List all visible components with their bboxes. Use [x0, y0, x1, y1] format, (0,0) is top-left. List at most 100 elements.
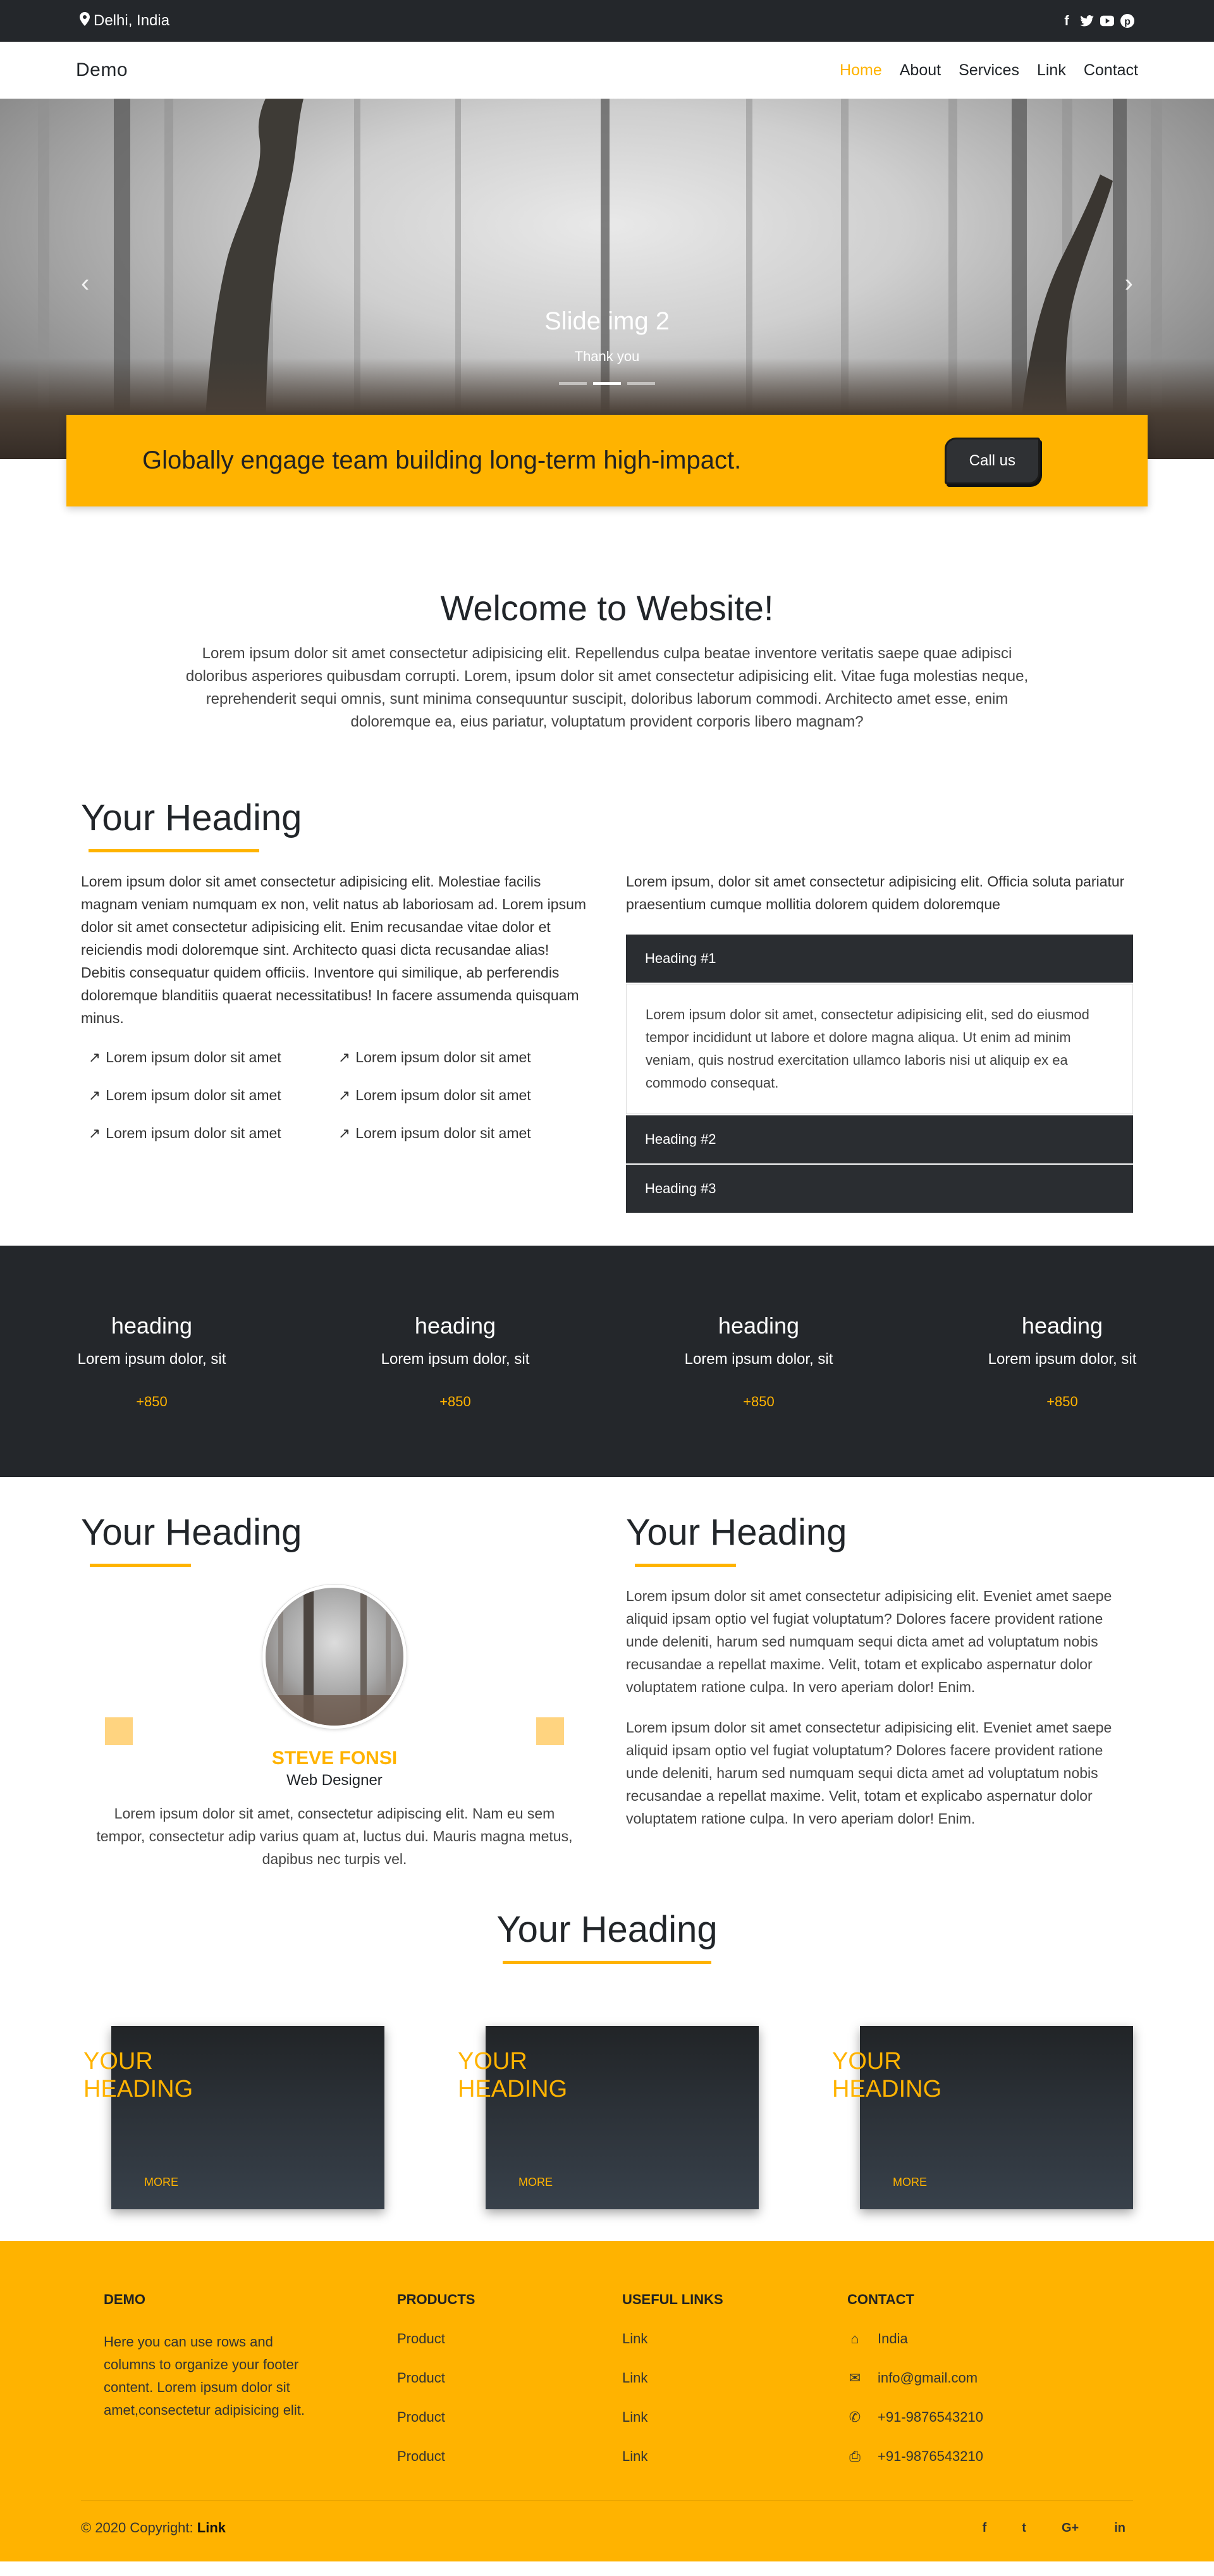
- cards-section: Your Heading YOUR HEADING MORE YOUR HEADIN…: [0, 1883, 1214, 2241]
- card-title: YOUR HEADING: [83, 2048, 193, 2102]
- features-right: Lorem ipsum, dolor sit amet consectetur …: [626, 870, 1133, 1214]
- feature-card[interactable]: YOUR HEADING MORE: [832, 2026, 1133, 2209]
- testimonial-column: Your Heading STEVE FONSI Web Designer Lo…: [81, 1511, 588, 1870]
- footer-heading: CONTACT: [847, 2291, 914, 2307]
- about-paragraph: Lorem ipsum dolor sit amet consectetur a…: [626, 1588, 1112, 1695]
- svg-text:p: p: [1124, 16, 1131, 27]
- testimonial-text: Lorem ipsum dolor sit amet, consectetur …: [96, 1805, 573, 1867]
- footer-product-link[interactable]: Product: [397, 2331, 622, 2347]
- footer-about: DEMO Here you can use rows and columns t…: [81, 2291, 397, 2487]
- footer-useful-link[interactable]: Link: [622, 2448, 847, 2465]
- envelope-icon: ✉: [849, 2370, 861, 2386]
- facebook-icon[interactable]: f: [1060, 13, 1074, 28]
- stat-heading: heading: [111, 1313, 193, 1339]
- twitter-icon[interactable]: t: [1022, 2521, 1026, 2536]
- nav-item-home[interactable]: Home: [840, 61, 882, 80]
- footer-useful-link[interactable]: Link: [622, 2331, 847, 2347]
- twitter-icon[interactable]: [1080, 13, 1094, 28]
- accordion-body-1: Lorem ipsum dolor sit amet, consectetur …: [626, 984, 1133, 1114]
- carousel-indicator[interactable]: [627, 382, 655, 385]
- location-text: Delhi, India: [94, 12, 170, 29]
- linkedin-icon[interactable]: in: [1114, 2521, 1125, 2536]
- nav-item-contact[interactable]: Contact: [1084, 61, 1138, 80]
- footer-bottom: © 2020 Copyright: Link f t G+ in: [81, 2500, 1133, 2536]
- phone-icon: ✆: [849, 2409, 861, 2425]
- welcome-section: Welcome to Website! Lorem ipsum dolor si…: [0, 506, 1214, 771]
- list-item: ↗ Lorem ipsum dolor sit amet: [89, 1084, 338, 1107]
- nav-item-link[interactable]: Link: [1037, 61, 1066, 80]
- pinterest-icon[interactable]: p: [1120, 13, 1134, 28]
- about-text-column: Your Heading Lorem ipsum dolor sit amet …: [626, 1511, 1133, 1870]
- card-title: YOUR HEADING: [832, 2048, 942, 2102]
- footer-product-link[interactable]: Product: [397, 2448, 622, 2465]
- carousel-next-icon[interactable]: ›: [1125, 269, 1133, 298]
- carousel-prev-icon[interactable]: ‹: [81, 269, 89, 298]
- slide-title: Slide img 2: [544, 307, 670, 335]
- nav-item-about[interactable]: About: [900, 61, 941, 80]
- features-left: Lorem ipsum dolor sit amet consectetur a…: [81, 870, 588, 1214]
- footer-product-link[interactable]: Product: [397, 2409, 622, 2426]
- carousel-indicator-active[interactable]: [593, 382, 621, 385]
- section-heading: Your Heading: [626, 1512, 847, 1553]
- accordion-header-1[interactable]: Heading #1: [626, 935, 1133, 983]
- list-item: ↗ Lorem ipsum dolor sit amet: [338, 1122, 588, 1144]
- navbar: Demo Home About Services Link Contact: [0, 42, 1214, 99]
- top-bar: Delhi, India f p: [0, 0, 1214, 42]
- quote-right-icon: [536, 1717, 564, 1745]
- carousel-indicator[interactable]: [559, 382, 587, 385]
- card-more-link[interactable]: MORE: [893, 2176, 927, 2189]
- copyright-link[interactable]: Link: [197, 2520, 226, 2536]
- list-item: ↗ Lorem ipsum dolor sit amet: [89, 1122, 338, 1144]
- external-link-icon: ↗: [89, 1125, 101, 1141]
- list-item: ↗ Lorem ipsum dolor sit amet: [338, 1046, 588, 1069]
- footer-product-link[interactable]: Product: [397, 2370, 622, 2386]
- footer-heading: DEMO: [104, 2291, 145, 2307]
- stat-item: heading Lorem ipsum dolor, sit +850: [685, 1313, 833, 1410]
- stat-text: Lorem ipsum dolor, sit: [684, 1351, 833, 1368]
- accordion-header-3[interactable]: Heading #3: [626, 1165, 1133, 1213]
- footer-useful-link[interactable]: Link: [622, 2409, 847, 2426]
- section-heading: Your Heading: [81, 1512, 302, 1553]
- footer-contact: CONTACT ⌂ India ✉ info@gmail.com ✆ +91-9876…: [847, 2291, 983, 2487]
- card-more-link[interactable]: MORE: [144, 2176, 178, 2189]
- footer-about-text: Here you can use rows and columns to org…: [104, 2334, 305, 2418]
- person-name: STEVE FONSI: [271, 1748, 398, 1769]
- carousel-indicators: [0, 382, 1214, 385]
- footer-heading: USEFUL LINKS: [622, 2291, 723, 2307]
- footer-heading: PRODUCTS: [397, 2291, 475, 2307]
- stat-heading: heading: [1021, 1313, 1103, 1339]
- nav-menu: Home About Services Link Contact: [840, 61, 1138, 80]
- feature-card[interactable]: YOUR HEADING MORE: [458, 2026, 759, 2209]
- stat-item: heading Lorem ipsum dolor, sit +850: [78, 1313, 226, 1410]
- features-section: Your Heading Lorem ipsum dolor sit amet …: [0, 771, 1214, 1246]
- heading-underline: [635, 1564, 736, 1567]
- about-section: Your Heading STEVE FONSI Web Designer Lo…: [0, 1477, 1214, 1883]
- nav-item-services[interactable]: Services: [959, 61, 1019, 80]
- youtube-icon[interactable]: [1100, 13, 1114, 28]
- call-us-button[interactable]: Call us: [944, 437, 1040, 484]
- contact-item: ⌂ India: [847, 2331, 983, 2347]
- carousel-caption: Slide img 2 Thank you: [0, 307, 1214, 365]
- brand-logo[interactable]: Demo: [76, 59, 128, 81]
- accordion-header-2[interactable]: Heading #2: [626, 1115, 1133, 1163]
- external-link-icon: ↗: [338, 1049, 351, 1065]
- list-item: ↗ Lorem ipsum dolor sit amet: [338, 1084, 588, 1107]
- google-plus-icon[interactable]: G+: [1062, 2521, 1079, 2536]
- feature-card[interactable]: YOUR HEADING MORE: [83, 2026, 384, 2209]
- heading-underline: [503, 1961, 711, 1964]
- stat-text: Lorem ipsum dolor, sit: [381, 1351, 530, 1368]
- stat-text: Lorem ipsum dolor, sit: [77, 1351, 226, 1368]
- map-marker-icon: [80, 11, 90, 30]
- contact-item: ⎙ +91-9876543210: [847, 2448, 983, 2465]
- section-heading: Your Heading: [496, 1909, 718, 1950]
- card-more-link[interactable]: MORE: [518, 2176, 553, 2189]
- avatar: [262, 1585, 407, 1729]
- cta-banner: Globally engage team building long-term …: [66, 415, 1148, 506]
- heading-underline: [90, 1564, 191, 1567]
- contact-item: ✉ info@gmail.com: [847, 2370, 983, 2386]
- footer-useful-link[interactable]: Link: [622, 2370, 847, 2386]
- stat-heading: heading: [414, 1313, 496, 1339]
- facebook-icon[interactable]: f: [983, 2521, 987, 2536]
- print-icon: ⎙: [849, 2448, 861, 2464]
- welcome-text: Lorem ipsum dolor sit amet consectetur a…: [185, 645, 1029, 730]
